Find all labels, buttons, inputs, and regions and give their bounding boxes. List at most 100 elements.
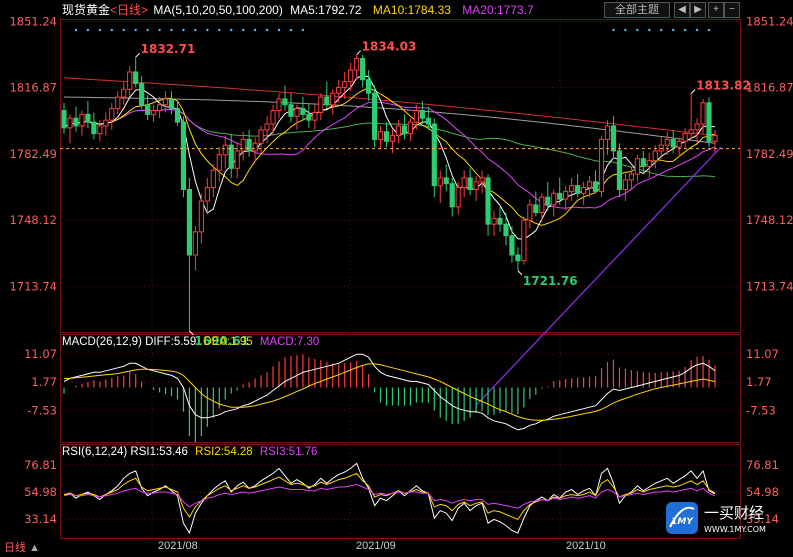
candle: [616, 143, 623, 198]
candle-body: [145, 104, 151, 115]
candle-body: [640, 158, 646, 167]
candle-body: [425, 117, 431, 125]
candle-body: [354, 58, 360, 71]
price-tick-left: 1851.24: [9, 14, 57, 28]
signal-dot: [194, 28, 197, 32]
rsi-tick-right: 54.98: [746, 485, 779, 499]
candle-body: [473, 181, 479, 190]
candle-body: [419, 110, 425, 119]
rsi2-value: RSI2:54.28: [195, 446, 253, 458]
signal-dot: [648, 28, 651, 32]
candle-body: [270, 110, 276, 125]
candle-body: [330, 92, 336, 106]
logo-site: WWW.1MY.COM: [704, 525, 766, 534]
price-tick-right: 1713.74: [746, 279, 793, 293]
candle-body: [395, 125, 402, 137]
candle-body: [383, 131, 390, 142]
candle-body: [133, 71, 139, 85]
signal-dot: [624, 28, 627, 32]
candle-body: [180, 121, 187, 190]
signal-dot: [241, 28, 245, 32]
candle-body: [449, 183, 455, 208]
candle-body: [360, 58, 366, 81]
signal-dot: [74, 28, 78, 32]
signal-dot: [671, 28, 675, 32]
candle-body: [413, 110, 419, 123]
scroll-left-button[interactable]: ◀: [674, 2, 690, 18]
price-tick-left: 1713.74: [9, 279, 57, 293]
signal-dot: [110, 28, 113, 32]
candle-body: [127, 71, 133, 90]
candle-body: [485, 177, 491, 225]
signal-dot: [230, 28, 233, 32]
signal-dot: [612, 28, 615, 32]
candle-body: [497, 217, 503, 225]
rsi-tick-right: 76.81: [746, 458, 779, 472]
candle-body: [539, 196, 545, 214]
candle-body: [646, 160, 652, 167]
candle-body: [288, 104, 294, 117]
ma-settings[interactable]: MA(5,10,20,50,100,200): [153, 3, 282, 17]
annotation-label: 1813.82: [696, 79, 751, 93]
candle-body: [563, 190, 569, 200]
candle-body: [670, 138, 676, 148]
candle-body: [186, 188, 193, 256]
zoom-out-button[interactable]: −: [724, 2, 740, 18]
candle-body: [575, 185, 581, 194]
ma5-value: MA5:1792.72: [290, 3, 362, 17]
period-selector[interactable]: <日线>: [110, 3, 148, 17]
scroll-right-button[interactable]: ▶: [690, 2, 706, 18]
instrument-name: 现货黄金: [62, 3, 111, 17]
candle-body: [581, 187, 587, 194]
candle-body: [222, 144, 228, 156]
period-tab[interactable]: 日线 ▲: [4, 539, 40, 555]
candle-body: [377, 131, 384, 140]
candle-body: [282, 98, 288, 106]
x-label-oct: 2021/10: [566, 540, 606, 552]
candle-body: [192, 231, 198, 256]
candle-body: [216, 154, 222, 171]
candle-body: [252, 142, 258, 152]
ma20-value: MA20:1773.7: [462, 3, 534, 17]
candle: [521, 216, 527, 265]
rsi1-value: RSI1:53.46: [130, 446, 188, 458]
macd-tick-right: 11.07: [746, 347, 779, 361]
candle-body: [604, 125, 611, 140]
candle-body: [318, 96, 324, 113]
candle-body: [121, 88, 127, 98]
macd-value: MACD:7.30: [259, 336, 320, 348]
candle-body: [97, 125, 103, 135]
candle-body: [521, 219, 527, 262]
candle-body: [557, 192, 563, 200]
signal-dot: [206, 28, 209, 32]
macd-tick-right: -7.53: [746, 403, 776, 417]
candle-body: [234, 150, 240, 169]
candle-body: [694, 123, 700, 131]
price-tick-left: 1816.87: [9, 81, 57, 95]
candle-body: [455, 187, 461, 208]
candle-body: [431, 123, 437, 187]
rsi-header: RSI(6,12,24) RSI1:53.46 RSI2:54.28 RSI3:…: [62, 445, 317, 459]
candle-body: [688, 129, 694, 135]
theme-button[interactable]: 全部主题: [604, 2, 670, 18]
candle-body: [371, 92, 378, 140]
macd-tick-right: 1.77: [746, 375, 772, 389]
signal-dot: [158, 28, 161, 32]
candle-body: [652, 150, 658, 162]
candle-body: [294, 108, 300, 117]
zoom-in-button[interactable]: +: [708, 2, 724, 18]
candle-body: [312, 111, 318, 121]
candle: [180, 116, 187, 198]
price-tick-left: 1748.12: [9, 213, 57, 227]
annotation-label: 1834.03: [362, 40, 417, 54]
candle-body: [598, 138, 605, 192]
candle-body: [258, 129, 264, 144]
candle-body: [67, 117, 73, 129]
logo-brand: 一买财经: [704, 504, 764, 522]
signal-dot: [182, 28, 185, 32]
candle-body: [467, 177, 473, 190]
signal-dot: [277, 28, 281, 32]
signal-dot: [170, 28, 173, 32]
candle-body: [306, 113, 312, 121]
candle-body: [401, 125, 408, 135]
